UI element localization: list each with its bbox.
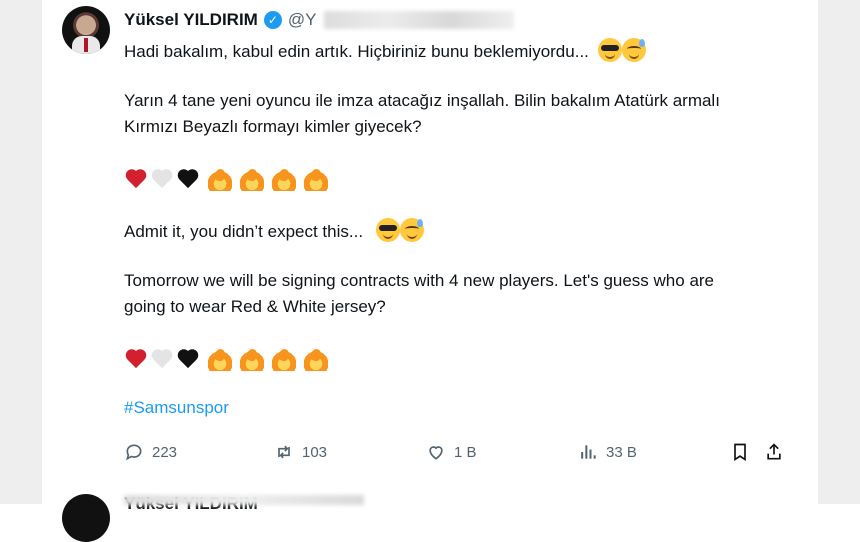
tweet-header: Yüksel YILDIRIM ✓ @Y <box>124 8 515 32</box>
reply-button[interactable]: 223 <box>124 440 177 464</box>
blurred-handle <box>324 11 515 29</box>
like-icon <box>426 442 446 462</box>
reply-icon <box>124 442 144 462</box>
fire-icon <box>304 347 328 371</box>
black-heart-icon <box>176 167 200 191</box>
views-count: 33 B <box>606 443 637 461</box>
like-count: 1 B <box>454 443 477 461</box>
author-name[interactable]: Yüksel YILDIRIM <box>124 10 258 30</box>
tweet-actions: 223 103 1 B 33 B <box>124 440 794 464</box>
repost-icon <box>274 442 294 462</box>
hashtag-link[interactable]: #Samsunspor <box>124 398 229 418</box>
left-margin <box>0 0 42 504</box>
tweet-text-line-2: Yarın 4 tane yeni oyuncu ile imza atacağ… <box>124 91 720 110</box>
views-button[interactable]: 33 B <box>578 440 637 464</box>
emoji-row-2 <box>124 347 328 371</box>
verified-badge-icon: ✓ <box>263 11 282 29</box>
right-margin <box>818 0 860 504</box>
avatar-tie <box>84 38 88 52</box>
white-heart-icon <box>150 167 174 191</box>
fire-icon <box>208 347 232 371</box>
black-heart-icon <box>176 347 200 371</box>
like-button[interactable]: 1 B <box>426 440 477 464</box>
fire-icon <box>304 167 328 191</box>
fire-icon <box>240 347 264 371</box>
views-icon <box>578 442 598 462</box>
emoji-row-1 <box>124 167 328 191</box>
fire-icon <box>208 167 232 191</box>
bookmark-button[interactable] <box>730 440 750 464</box>
smiling-face-with-sunglasses-icon <box>597 38 622 62</box>
repost-button[interactable]: 103 <box>274 440 327 464</box>
red-heart-icon <box>124 347 148 371</box>
tweet-text-line-4: Admit it, you didn’t expect this... <box>124 218 424 244</box>
fire-icon <box>272 167 296 191</box>
tweet-text-line-6: going to wear Red & White jersey? <box>124 297 386 316</box>
tweet-text-line-3: Kırmızı Beyazlı formayı kimler giyecek? <box>124 117 422 136</box>
grinning-face-with-sweat-icon <box>399 218 424 242</box>
bookmark-icon <box>730 442 750 462</box>
repost-count: 103 <box>302 443 328 461</box>
fire-icon <box>272 347 296 371</box>
share-button[interactable] <box>764 440 784 464</box>
tweet-text-line-1: Hadi bakalım, kabul edin artık. Hiçbirin… <box>124 38 646 64</box>
fire-icon <box>240 167 264 191</box>
author-avatar[interactable] <box>62 6 110 54</box>
share-icon <box>764 442 784 462</box>
next-author-avatar[interactable] <box>62 494 110 542</box>
grinning-face-with-sweat-icon <box>621 38 646 62</box>
white-heart-icon <box>150 347 174 371</box>
smiling-face-with-sunglasses-icon <box>375 218 400 242</box>
tweet-text-line-5: Tomorrow we will be signing contracts wi… <box>124 271 715 290</box>
reply-count: 223 <box>152 443 178 461</box>
red-heart-icon <box>124 167 148 191</box>
author-handle[interactable]: @Y <box>288 10 317 30</box>
